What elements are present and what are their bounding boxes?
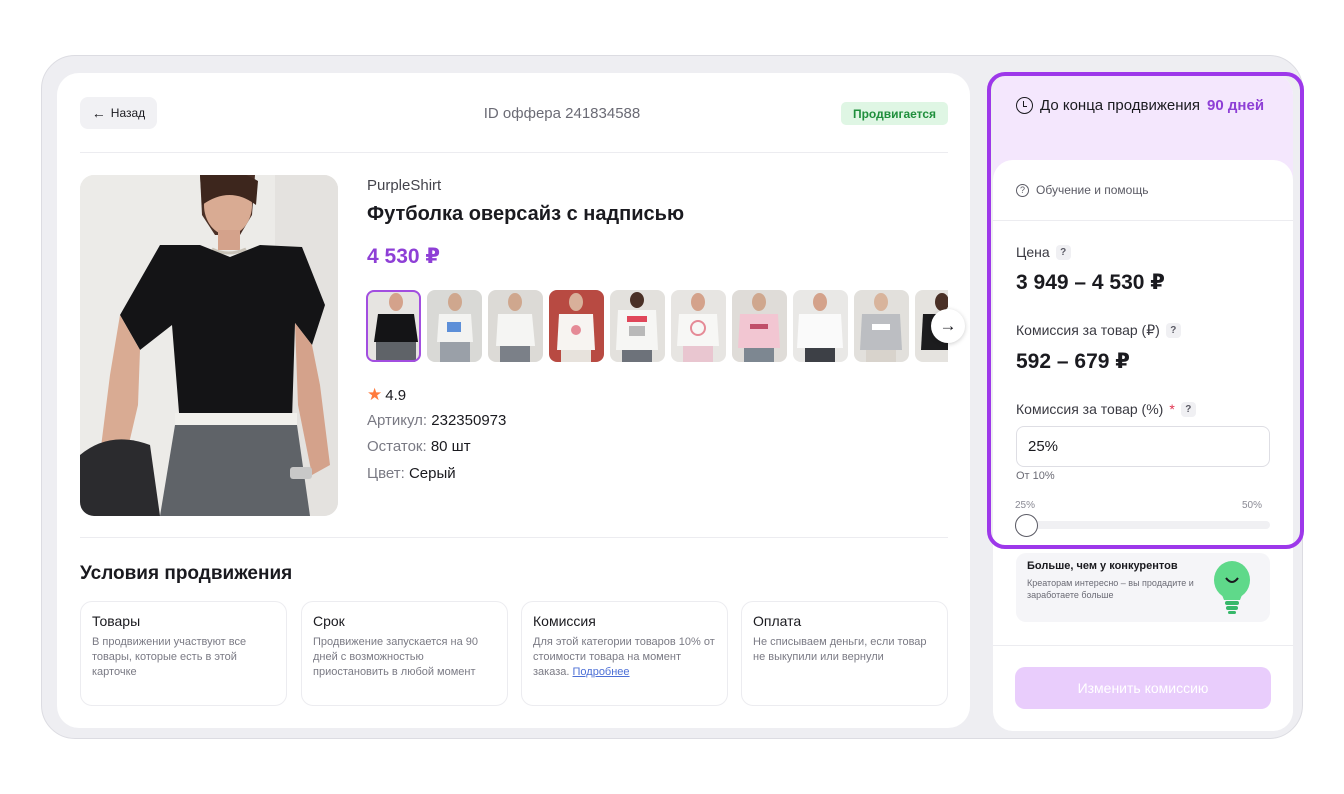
- stock-label: Остаток:: [367, 438, 427, 455]
- star-icon: ★: [367, 385, 383, 404]
- condition-text-wrap: Для этой категории товаров 10% от стоимо…: [533, 635, 717, 680]
- divider: [80, 152, 948, 153]
- condition-text: Не списываем деньги, если товар не выкуп…: [753, 636, 927, 663]
- product-rating: ★ 4.9: [367, 385, 406, 405]
- thumbnail-image: [427, 290, 482, 362]
- thumbnail-image: [671, 290, 726, 362]
- thumbnail-1[interactable]: [366, 290, 421, 362]
- divider: [80, 537, 948, 538]
- condition-text: Продвижение запускается на 90 дней с воз…: [313, 636, 479, 678]
- condition-title: Оплата: [753, 613, 802, 629]
- stock-value: 80 шт: [430, 438, 471, 455]
- lightbulb-icon: [1214, 561, 1250, 614]
- status-badge: Продвигается: [841, 102, 948, 125]
- thumbnail-image: [732, 290, 787, 362]
- thumbnail-2[interactable]: [427, 290, 482, 362]
- thumbnail-image: [549, 290, 604, 362]
- article-value: 232350973: [431, 412, 507, 429]
- thumbnail-6[interactable]: [671, 290, 726, 362]
- thumbnail-5[interactable]: [610, 290, 665, 362]
- product-stock: Остаток: 80 шт: [367, 438, 471, 455]
- thumbnail-image: [488, 290, 543, 362]
- condition-title: Товары: [92, 613, 141, 629]
- article-label: Артикул:: [367, 412, 428, 429]
- highlight-frame: [987, 72, 1304, 549]
- offer-id: ID оффера 241834588: [483, 105, 641, 122]
- condition-title: Срок: [313, 613, 345, 629]
- tip-title: Больше, чем у конкурентов: [1027, 560, 1178, 572]
- thumbnail-4[interactable]: [549, 290, 604, 362]
- thumbnail-strip: [366, 290, 948, 362]
- color-label: Цвет:: [367, 465, 405, 482]
- rating-value: 4.9: [385, 386, 407, 404]
- tip-text: Креаторам интересно – вы продадите и зар…: [1027, 578, 1194, 600]
- product-article: Артикул: 232350973: [367, 412, 506, 429]
- change-commission-button[interactable]: Изменить комиссию: [1015, 667, 1271, 709]
- condition-title: Комиссия: [533, 613, 596, 629]
- condition-card-products: Товары В продвижении участвуют все товар…: [80, 601, 287, 706]
- product-photo-image: [80, 175, 338, 516]
- thumbnail-image: [366, 290, 421, 362]
- thumbnail-image: [793, 290, 848, 362]
- conditions-title: Условия продвижения: [80, 563, 293, 584]
- thumbnail-3[interactable]: [488, 290, 543, 362]
- thumbnail-image: [610, 290, 665, 362]
- thumbnail-7[interactable]: [732, 290, 787, 362]
- divider: [993, 645, 1293, 646]
- thumbnail-8[interactable]: [793, 290, 848, 362]
- arrow-right-icon[interactable]: →: [931, 309, 965, 343]
- product-brand: PurpleShirt: [367, 177, 442, 194]
- thumbnail-9[interactable]: [854, 290, 909, 362]
- color-value: Серый: [408, 465, 456, 482]
- condition-text: В продвижении участвуют все товары, кото…: [92, 636, 247, 678]
- details-link[interactable]: Подробнее: [573, 666, 630, 678]
- condition-card-commission: Комиссия Для этой категории товаров 10% …: [521, 601, 728, 706]
- product-price: 4 530 ₽: [367, 245, 440, 268]
- thumbnail-image: [854, 290, 909, 362]
- condition-card-term: Срок Продвижение запускается на 90 дней …: [301, 601, 508, 706]
- product-color: Цвет: Серый: [367, 465, 456, 482]
- condition-card-payment: Оплата Не списываем деньги, если товар н…: [741, 601, 948, 706]
- product-photo[interactable]: [80, 175, 338, 516]
- product-title: Футболка оверсайз с надписью: [367, 203, 685, 225]
